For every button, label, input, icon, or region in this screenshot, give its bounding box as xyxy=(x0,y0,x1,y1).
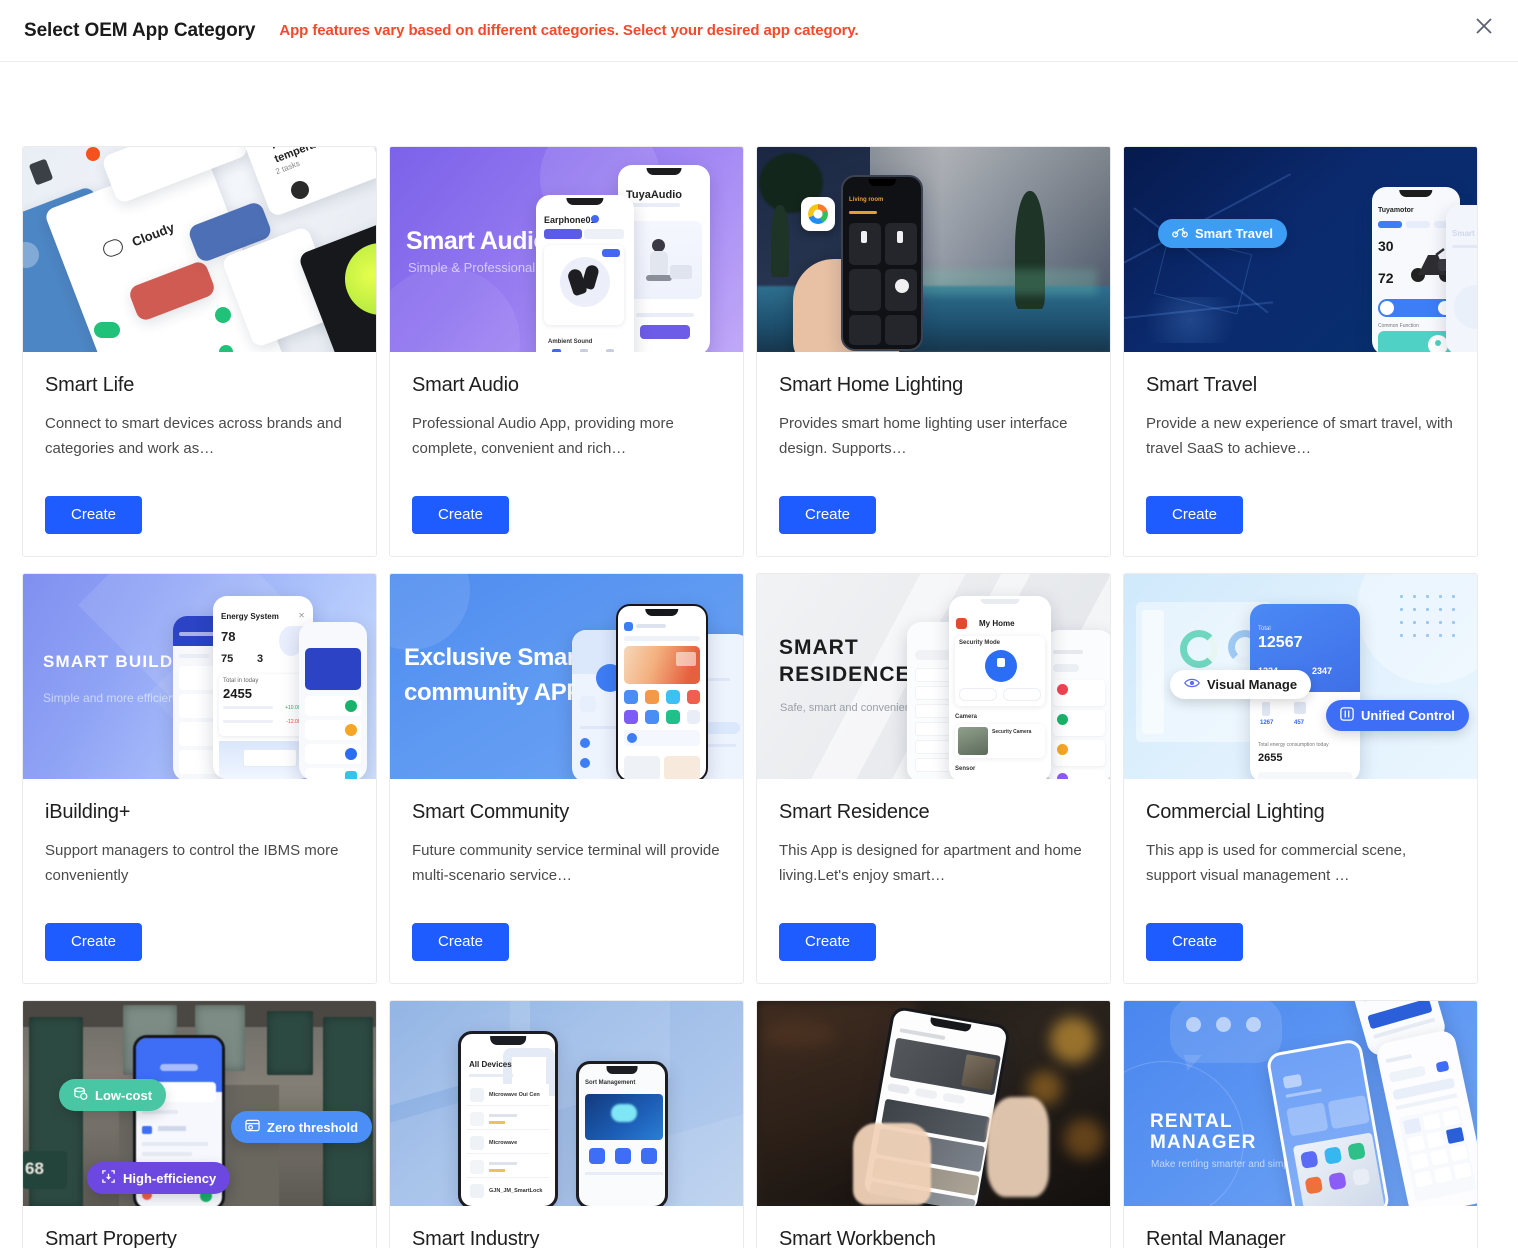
zero-threshold-badge: Zero threshold xyxy=(231,1111,373,1143)
coins-icon xyxy=(73,1086,88,1104)
badge-label: Low-cost xyxy=(95,1087,153,1103)
card-title: Smart Property xyxy=(45,1228,177,1248)
card-title: Smart Audio xyxy=(412,374,519,396)
create-button[interactable]: Create xyxy=(412,923,510,961)
card-description: This app is used for commercial scene, s… xyxy=(1146,842,1407,884)
app-category-card[interactable]: Smart Workbench Suitable for pre-sale pa… xyxy=(756,1000,1111,1248)
badge-label: Visual Manage xyxy=(1207,677,1298,692)
app-category-card[interactable]: SMART BUILDINGS Simple and more efficien… xyxy=(22,573,377,984)
card-title: Commercial Lighting xyxy=(1146,801,1325,823)
scan-icon xyxy=(101,1169,116,1187)
card-title: Smart Community xyxy=(412,801,570,823)
app-category-grid: mode Cloudy Turntemperat 2 tasks xyxy=(0,62,1518,1248)
eye-icon xyxy=(1184,677,1200,692)
browser-icon xyxy=(245,1118,260,1136)
card-title: Smart Industry xyxy=(412,1228,540,1248)
card-thumbnail-smart-property: 68 Low-cost Zero threshold High-efficien… xyxy=(23,1001,376,1206)
card-title: Smart Residence xyxy=(779,801,930,823)
card-title: Smart Travel xyxy=(1146,374,1257,396)
card-title: Rental Manager xyxy=(1146,1228,1286,1248)
badge-label: High-efficiency xyxy=(123,1170,217,1186)
card-thumbnail-smart-audio: Smart Audio Simple & Professional TuyaAu… xyxy=(390,147,743,352)
app-category-card[interactable]: Living room Smart Home Lighting Provides… xyxy=(756,146,1111,557)
card-thumbnail-rental-manager: RENTAL MANAGER Make renting smarter and … xyxy=(1124,1001,1477,1206)
card-thumbnail-smart-life: mode Cloudy Turntemperat 2 tasks xyxy=(23,147,376,352)
modal-header: Select OEM App Category App features var… xyxy=(0,0,1518,62)
card-thumbnail-smart-industry: Sort Management All Devices Microwave Ou… xyxy=(390,1001,743,1206)
card-thumbnail-smart-workbench xyxy=(757,1001,1110,1206)
create-button[interactable]: Create xyxy=(1146,923,1244,961)
create-button[interactable]: Create xyxy=(779,496,877,534)
app-category-card[interactable]: SMART RESIDENCE Safe, smart and convenie… xyxy=(756,573,1111,984)
high-efficiency-badge: High-efficiency xyxy=(87,1162,231,1194)
visual-manage-badge: Visual Manage xyxy=(1170,670,1312,699)
card-description: Provide a new experience of smart travel… xyxy=(1146,415,1453,457)
card-description: This App is designed for apartment and h… xyxy=(779,842,1082,884)
create-button[interactable]: Create xyxy=(412,496,510,534)
app-category-card[interactable]: Exclusive Smart community APP Smart Comm… xyxy=(389,573,744,984)
card-description: Support managers to control the IBMS mor… xyxy=(45,842,339,884)
smart-travel-badge: Smart Travel xyxy=(1158,219,1288,248)
card-description: Future community service terminal will p… xyxy=(412,842,720,884)
card-title: Smart Workbench xyxy=(779,1228,936,1248)
app-category-card[interactable]: Total 12567 1234 2347 1267 457 Total ene… xyxy=(1123,573,1478,984)
card-title: Smart Home Lighting xyxy=(779,374,964,396)
card-thumbnail-smart-travel: Smart Travel Tuyamotor 30 72 Common Func… xyxy=(1124,147,1477,352)
scooter-icon xyxy=(1172,226,1188,241)
create-button[interactable]: Create xyxy=(45,923,143,961)
unified-control-badge: Unified Control xyxy=(1326,700,1469,731)
badge-label: Smart Travel xyxy=(1195,226,1274,241)
app-category-card[interactable]: 68 Low-cost Zero threshold High-efficien… xyxy=(22,1000,377,1248)
card-thumbnail-smart-home-lighting: Living room xyxy=(757,147,1110,352)
card-description: Connect to smart devices across brands a… xyxy=(45,415,342,457)
card-thumbnail-smart-residence: SMART RESIDENCE Safe, smart and convenie… xyxy=(757,574,1110,779)
badge-label: Zero threshold xyxy=(267,1119,359,1135)
app-category-card[interactable]: Sort Management All Devices Microwave Ou… xyxy=(389,1000,744,1248)
app-category-card[interactable]: mode Cloudy Turntemperat 2 tasks xyxy=(22,146,377,557)
control-icon xyxy=(1340,707,1354,724)
card-description: Provides smart home lighting user interf… xyxy=(779,415,1068,457)
low-cost-badge: Low-cost xyxy=(59,1079,167,1111)
app-category-card[interactable]: Smart Travel Tuyamotor 30 72 Common Func… xyxy=(1123,146,1478,557)
app-logo-icon xyxy=(801,197,835,231)
card-description: Professional Audio App, providing more c… xyxy=(412,415,674,457)
create-button[interactable]: Create xyxy=(45,496,143,534)
dot-grid-decoration xyxy=(1395,590,1463,646)
card-thumbnail-commercial-lighting: Total 12567 1234 2347 1267 457 Total ene… xyxy=(1124,574,1477,779)
app-category-card[interactable]: RENTAL MANAGER Make renting smarter and … xyxy=(1123,1000,1478,1248)
badge-label: Unified Control xyxy=(1361,708,1455,723)
card-thumbnail-smart-community: Exclusive Smart community APP xyxy=(390,574,743,779)
close-icon[interactable] xyxy=(1468,10,1500,42)
create-button[interactable]: Create xyxy=(779,923,877,961)
app-category-card[interactable]: Smart Audio Simple & Professional TuyaAu… xyxy=(389,146,744,557)
create-button[interactable]: Create xyxy=(1146,496,1244,534)
card-title: iBuilding+ xyxy=(45,801,131,823)
header-subtitle: App features vary based on different cat… xyxy=(279,22,859,39)
card-title: Smart Life xyxy=(45,374,135,396)
card-thumbnail-ibuilding: SMART BUILDINGS Simple and more efficien… xyxy=(23,574,376,779)
page-title: Select OEM App Category xyxy=(24,19,256,41)
